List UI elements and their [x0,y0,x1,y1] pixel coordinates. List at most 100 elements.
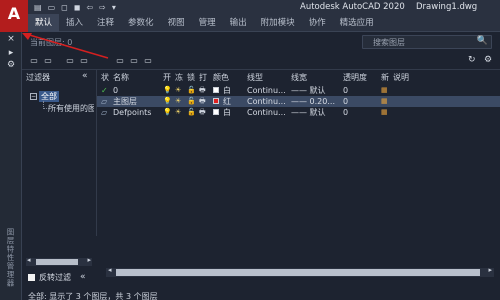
table-horizontal-scrollbar[interactable]: ◂ ▸ [106,266,494,277]
palette-title: 图层特性管理器 [6,228,15,288]
collapse-tree-icon[interactable]: « [80,272,86,282]
ribbon-tab[interactable]: 附加模块 [254,14,302,32]
document-title: Drawing1.dwg [416,2,478,12]
layer-table: 状名称 开冻锁打颜色 线型 线宽 透明度 新说明 ✓ 0 💡 ☀ 🔓 🖶 白 Continu... —— 默… [96,70,500,236]
quick-access-icon[interactable]: ◻ [61,3,68,12]
col-transparency[interactable]: 透明度 [343,72,367,83]
invert-filter-checkbox[interactable]: 反转过滤 [28,272,71,283]
layer-color-name: 红 [223,97,231,106]
quick-access-icon[interactable]: ▭ [48,3,56,12]
layer-linetype: Continu... [247,108,286,117]
ribbon-tab[interactable]: 注释 [90,14,121,32]
layer-row[interactable]: ▱ Defpoints 💡 ☀ 🔓 🖶 白 Continu... —— 默认 0 ▦ [97,107,500,118]
scroll-thumb[interactable] [36,259,78,265]
col-lineweight[interactable]: 线宽 [291,72,307,83]
filter-horizontal-scrollbar[interactable]: ◂ ▸ [26,256,92,266]
col-on[interactable]: 开 [163,72,171,83]
layer-on-icon[interactable]: 💡 [163,85,172,96]
search-placeholder: 搜索图层 [373,38,405,47]
delete-layer-icon[interactable]: ▭ [128,55,140,67]
ribbon-tab[interactable]: 协作 [302,14,333,32]
color-swatch[interactable] [213,109,219,115]
layer-plot-icon[interactable]: 🖶 [199,96,206,107]
new-vp-frozen-layer-icon[interactable]: ▭ [114,55,126,67]
app-title: Autodesk AutoCAD 2020 [300,2,405,12]
layer-name: 主图层 [113,97,137,106]
layer-linetype: Continu... [247,86,286,95]
annotation-arrow [22,33,109,59]
status-bar-text: 全部: 显示了 3 个图层，共 3 个图层 [28,292,158,300]
search-layer-input[interactable]: 搜索图层 🔍 [362,35,492,49]
layer-on-icon[interactable]: 💡 [163,96,172,107]
color-swatch[interactable] [213,98,219,104]
layer-freeze-icon[interactable]: ☀ [175,107,181,118]
layer-name: 0 [113,86,119,95]
set-current-icon[interactable]: ▭ [142,55,154,67]
layer-status-icon[interactable]: ✓ [101,85,108,96]
col-name[interactable]: 名称 [113,72,129,83]
quick-access-icon[interactable]: ◼ [74,3,81,12]
col-linetype[interactable]: 线型 [247,72,263,83]
layer-transparency: 0 [343,86,349,95]
close-icon[interactable]: × [5,34,17,44]
color-swatch[interactable] [213,87,219,93]
col-lock[interactable]: 锁 [187,72,195,83]
layer-status-icon[interactable]: ▱ [101,96,107,107]
layer-freeze-icon[interactable]: ☀ [175,85,181,96]
layer-lock-icon[interactable]: 🔓 [187,85,196,96]
application-menu-button[interactable]: A [0,0,28,32]
title-bar: A ▤ ▭ ◻ ◼ ⇦ ⇨ ▾ Autodesk AutoCAD 2020 Drawing1… [0,0,500,32]
ribbon-tab[interactable]: 视图 [161,14,192,32]
tree-toggle-icon[interactable]: − [30,92,37,100]
search-icon[interactable]: 🔍 [477,36,488,46]
new-vp-freeze-icon[interactable]: ▦ [381,85,388,96]
new-vp-freeze-icon[interactable]: ▦ [381,96,388,107]
layer-properties-palette: 当前图层: 0 搜索图层 🔍 ▭ ▭ ▭ ▭ ▭ ▭ ▭ ↻ ⚙ 过滤器 « − 全部 所有使用… [22,32,500,300]
scroll-thumb[interactable] [116,269,480,276]
col-color[interactable]: 颜色 [213,72,229,83]
layer-freeze-icon[interactable]: ☀ [175,96,181,107]
layer-lock-icon[interactable]: 🔓 [187,96,196,107]
quick-access-icon[interactable]: ⇦ [86,3,93,12]
new-vp-freeze-icon[interactable]: ▦ [381,107,388,118]
ribbon-tab[interactable]: 精选应用 [333,14,381,32]
filter-all-label[interactable]: 全部 [39,90,59,102]
ribbon-tab[interactable]: 输出 [223,14,254,32]
layer-row[interactable]: ✓ 0 💡 ☀ 🔓 🖶 白 Continu... —— 默认 0 ▦ [97,85,500,96]
layer-plot-icon[interactable]: 🖶 [199,85,206,96]
ribbon-tab[interactable]: 参数化 [121,14,161,32]
col-plot[interactable]: 打 [199,72,207,83]
quick-access-icon[interactable]: ⇨ [99,3,106,12]
col-freeze[interactable]: 冻 [175,72,183,83]
ribbon-tab[interactable]: 默认 [28,13,60,32]
col-new-vp-freeze[interactable]: 新 [381,72,389,83]
filter-header: 过滤器 [26,73,50,82]
palette-side-strip: × ▸ ⚙ 图层特性管理器 [0,32,22,300]
layer-transparency: 0 [343,108,349,117]
layer-status-icon[interactable]: ▱ [101,107,107,118]
layer-color-name: 白 [223,86,231,95]
settings-icon[interactable]: ⚙ [484,55,492,65]
col-description[interactable]: 说明 [393,72,409,83]
checkbox-box[interactable] [28,274,35,281]
layer-on-icon[interactable]: 💡 [163,107,172,118]
quick-access-icon[interactable]: ▤ [34,3,42,12]
filter-used-layers[interactable]: 所有使用的图层 [48,103,94,114]
layer-plot-icon[interactable]: 🖶 [199,107,206,118]
quick-access-icon[interactable]: ▾ [112,3,116,12]
layer-transparency: 0 [343,97,349,106]
ribbon-tab[interactable]: 管理 [192,14,223,32]
refresh-icon[interactable]: ↻ [468,55,476,65]
col-status[interactable]: 状 [101,72,109,83]
settings-icon[interactable]: ⚙ [5,60,17,70]
layer-lock-icon[interactable]: 🔓 [187,107,196,118]
auto-hide-icon[interactable]: ▸ [5,48,17,58]
layer-color-name: 白 [223,108,231,117]
layer-row[interactable]: ▱ 主图层 💡 ☀ 🔓 🖶 红 Continu... —— 0.20... 0 ▦ [97,96,500,107]
layer-lineweight: —— 默认 [291,108,326,117]
collapse-filter-icon[interactable]: « [82,71,88,81]
layer-linetype: Continu... [247,97,286,106]
ribbon-tab[interactable]: 插入 [59,14,90,32]
invert-filter-label: 反转过滤 [39,273,71,282]
layer-name: Defpoints [113,108,152,117]
